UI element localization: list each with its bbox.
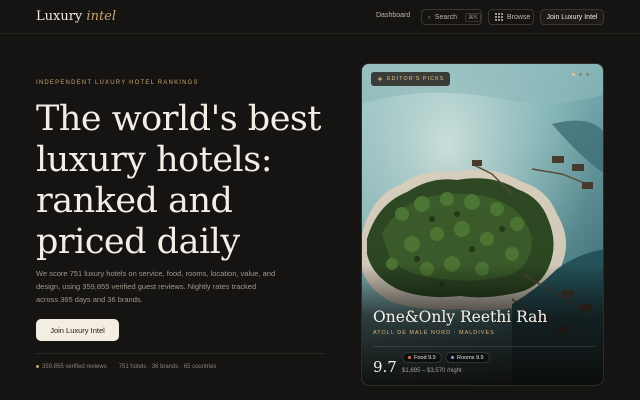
status-dot-icon [36,364,39,368]
stat-reviews: 359,855 verified reviews [36,364,107,370]
food-score-pill: Food 9.9 [402,352,442,363]
join-button-header[interactable]: Join Luxury Intel [540,9,604,25]
top-header: Luxury intel Dashboard Search ⌘K Browse … [0,0,640,34]
logo-accent: intel [86,9,117,24]
divider [36,353,324,354]
search-label: Search [434,13,457,21]
hero-eyebrow: INDEPENDENT LUXURY HOTEL RANKINGS [36,80,199,86]
browse-label: Browse [507,13,531,21]
nav-dashboard-link[interactable]: Dashboard [376,12,410,19]
featured-hotel-card[interactable]: EDITOR'S PICKS One&Only Reethi Rah ATOLL… [361,63,604,386]
join-button-hero[interactable]: Join Luxury Intel [36,319,119,341]
food-dot-icon [408,356,411,359]
rooms-score-pill: Rooms 9.9 [445,352,490,363]
badge-label: EDITOR'S PICKS [387,76,445,82]
search-shortcut: ⌘K [464,12,481,22]
overall-score: 9.7 [373,358,397,376]
rooms-dot-icon [451,356,454,359]
sparkle-icon [377,76,383,82]
headline-line: ranked and [36,181,233,221]
browse-button[interactable]: Browse [488,9,534,25]
stat-counts: 751 hotels · 36 brands · 65 countries [118,364,217,370]
search-icon [428,15,431,19]
hotel-name[interactable]: One&Only Reethi Rah [373,308,547,326]
editors-picks-badge: EDITOR'S PICKS [371,72,451,86]
grid-icon [495,13,503,21]
food-score-label: Food 9.9 [414,354,436,361]
carousel-dot[interactable] [572,73,575,76]
headline-line: The world's best [36,99,321,139]
card-divider [373,346,595,347]
carousel-dot[interactable] [579,73,582,76]
carousel-dots[interactable] [572,73,589,76]
hero-description: We score 751 luxury hotels on service, f… [36,269,276,304]
headline-line: luxury hotels: [36,140,272,180]
logo-main: Luxury [36,9,83,24]
hero-headline: The world's best luxury hotels: ranked a… [36,99,336,263]
search-button[interactable]: Search ⌘K [421,9,482,25]
hero-stats: 359,855 verified reviews 751 hotels · 36… [36,364,216,370]
hotel-aerial-photo [362,64,603,385]
rooms-score-label: Rooms 9.9 [457,354,484,361]
hotel-location: ATOLL DE MALE NORD · MALDIVES [373,330,495,336]
headline-line: priced daily [36,222,240,262]
carousel-dot[interactable] [586,73,589,76]
price-range: $1,695 – $3,570 /night [402,368,462,374]
logo[interactable]: Luxury intel [36,9,116,24]
stat-reviews-text: 359,855 verified reviews [42,364,107,370]
